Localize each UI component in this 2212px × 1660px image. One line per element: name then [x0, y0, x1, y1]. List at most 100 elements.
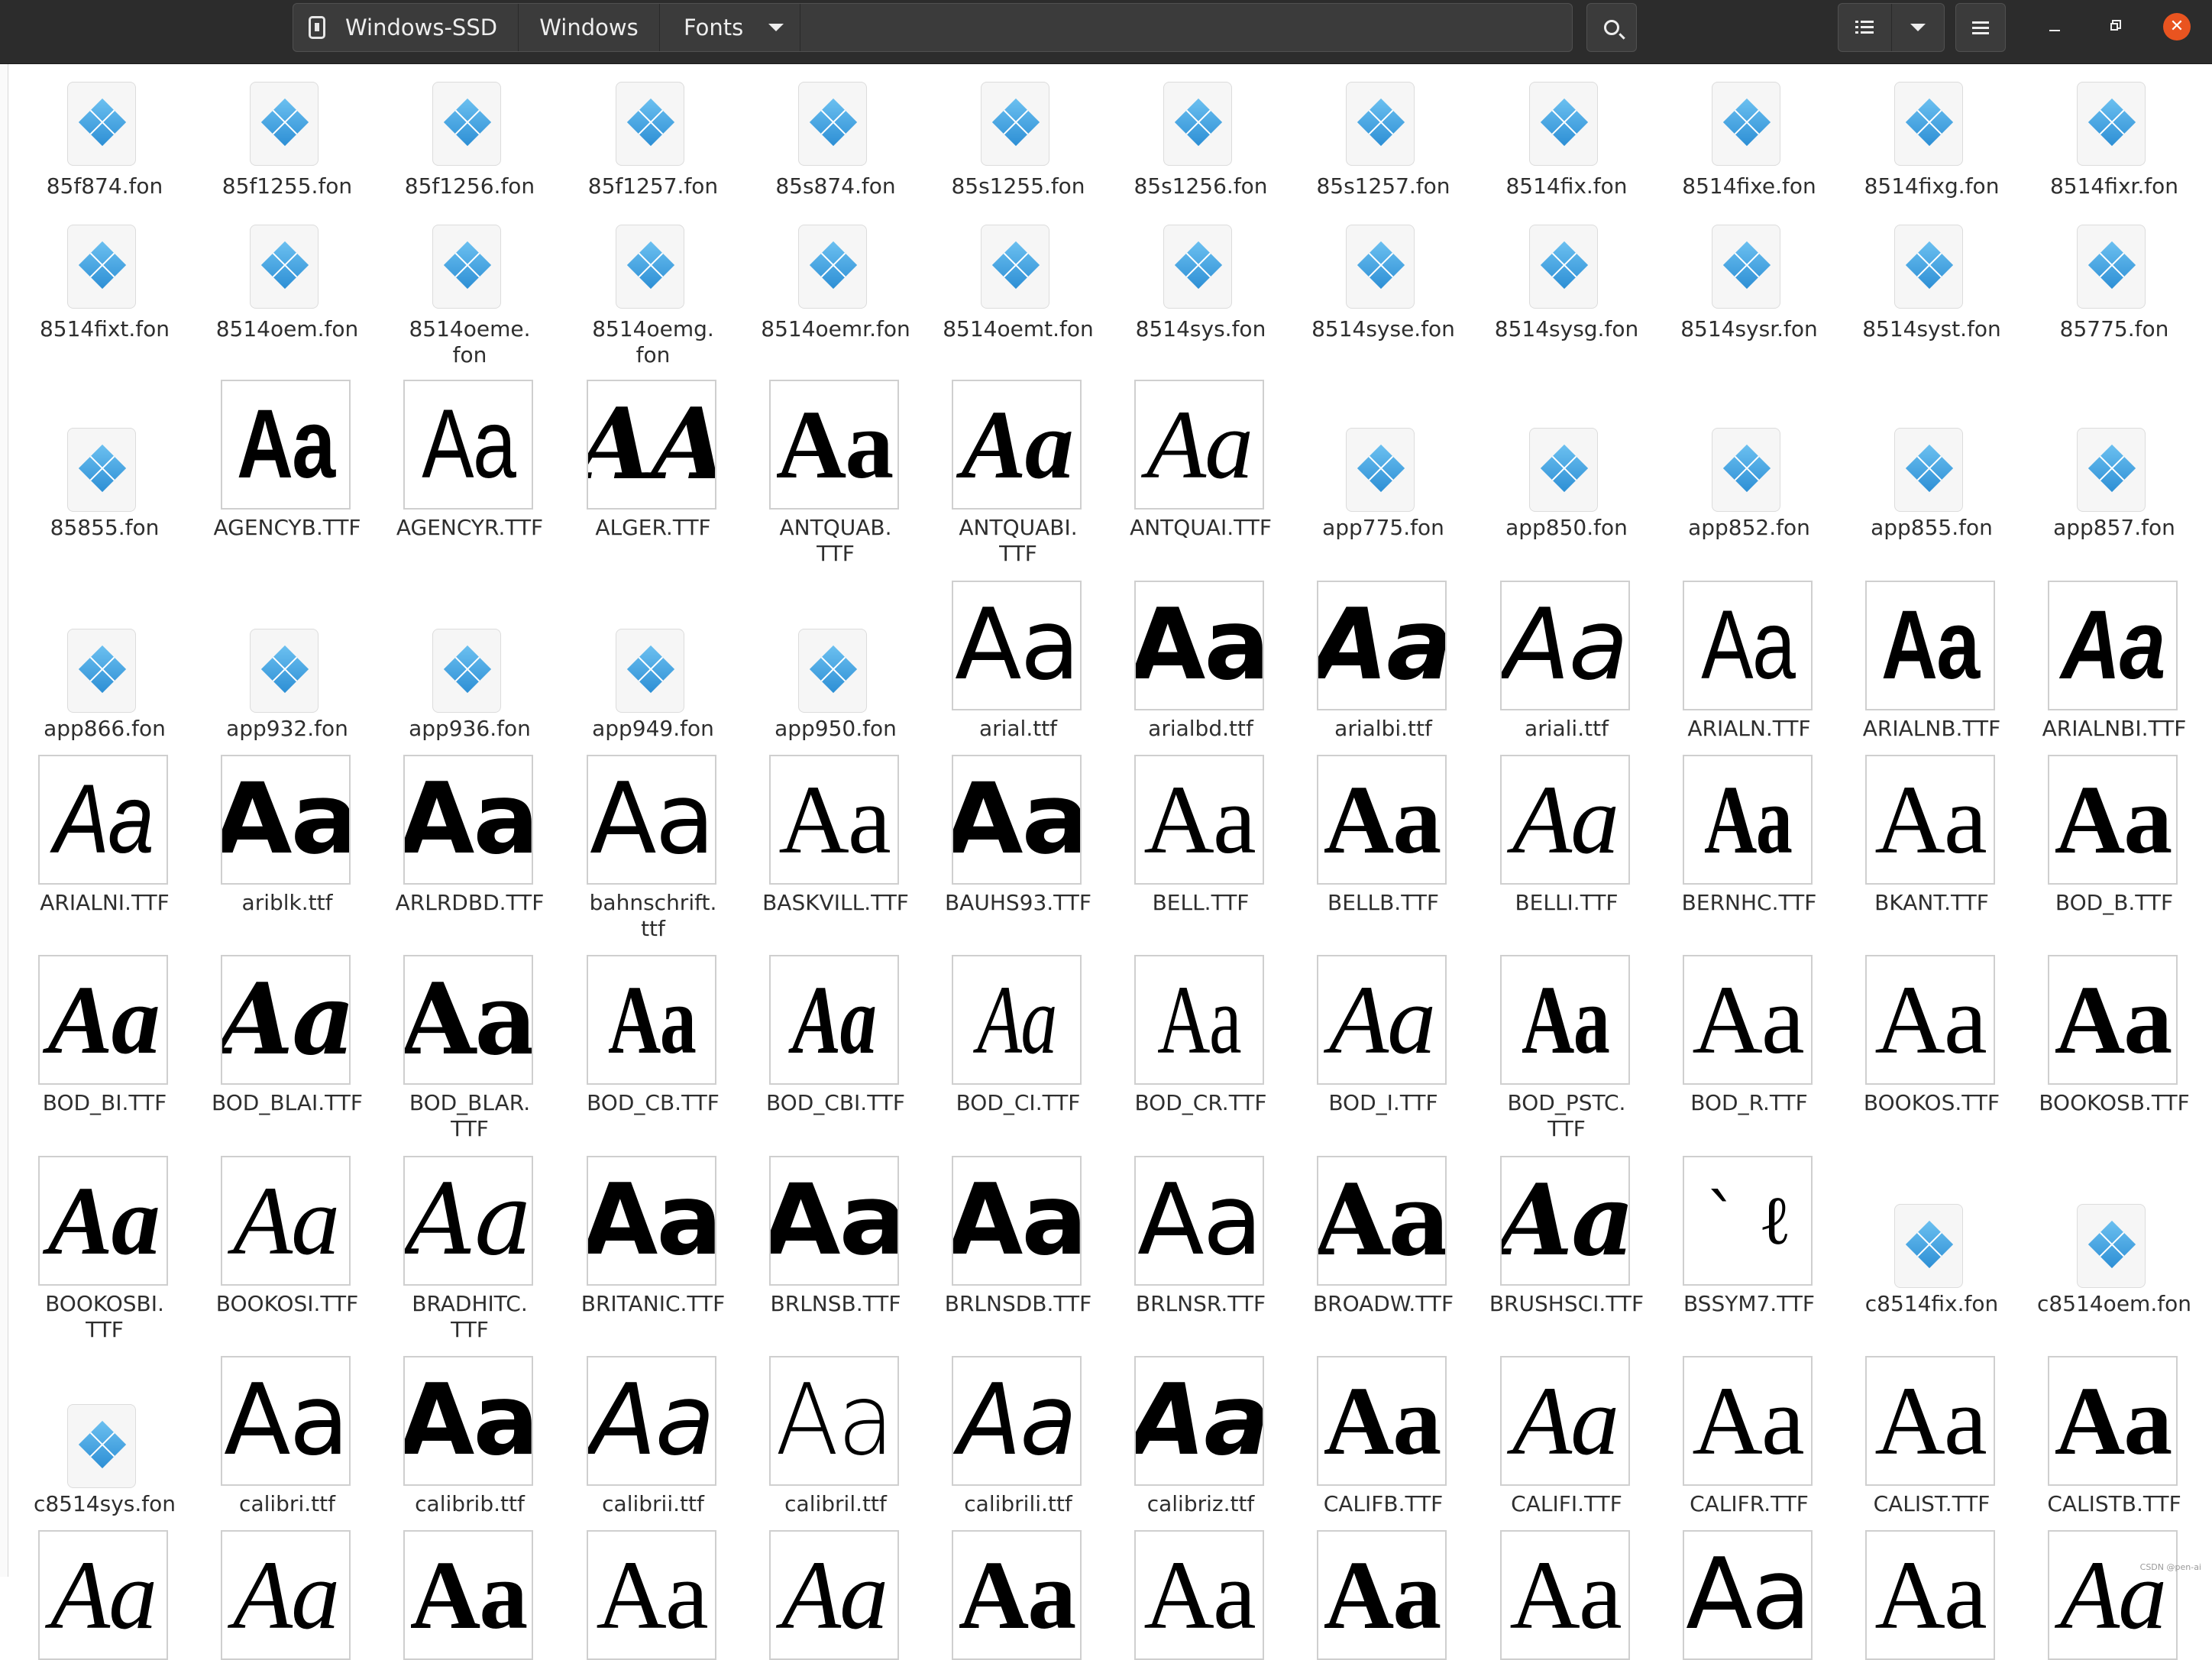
list-view-button[interactable] [1838, 4, 1892, 51]
close-button[interactable]: ✕ [2163, 13, 2191, 40]
font-preview-sample: Aa [1323, 1541, 1441, 1649]
file-name-label: BOOKOSB.TTF [2039, 1090, 2190, 1115]
minimize-button[interactable] [2041, 13, 2068, 40]
font-file-icon [1894, 1204, 1963, 1288]
font-file-icon [1894, 225, 1963, 309]
file-name-label: 8514oemt.fon [943, 316, 1094, 341]
font-preview-sample: Aa [771, 1172, 897, 1270]
font-preview-sample: Aa [405, 1163, 532, 1277]
diamond-icon [1540, 241, 1589, 290]
font-file-icon [432, 82, 501, 166]
font-file-icon [1712, 225, 1780, 309]
font-preview-thumbnail: Aa [38, 1530, 168, 1660]
font-file-icon [1894, 82, 1963, 166]
font-preview-thumbnail: Aa [1683, 581, 1813, 710]
header-bar: Windows-SSD Windows Fonts ✕ [0, 0, 2212, 64]
diamond-icon [443, 645, 492, 694]
diamond-icon [809, 241, 858, 290]
file-name-label: BRUSHSCI.TTF [1489, 1291, 1644, 1316]
font-file-icon [250, 82, 319, 166]
file-name-label: BAUHS93.TTF [944, 890, 1092, 915]
font-preview-sample: Aa [1686, 1538, 1811, 1652]
maximize-button[interactable] [2100, 13, 2128, 40]
file-name-label: BRADHITC. TTF [412, 1291, 528, 1342]
diamond-icon [1540, 98, 1589, 147]
font-preview-sample: Aa [1509, 1541, 1622, 1649]
file-name-label: 8514syse.fon [1311, 316, 1455, 341]
font-preview-thumbnail: Aa [2048, 1530, 2178, 1660]
file-name-label: app850.fon [1505, 515, 1628, 540]
font-preview-thumbnail: Aa [2048, 755, 2178, 885]
diamond-icon [626, 241, 675, 290]
font-preview-thumbnail: Aa [1500, 955, 1630, 1085]
font-preview-sample: Aa [232, 1167, 340, 1275]
file-name-label: 8514oeme. fon [409, 316, 531, 367]
file-name-label: 8514oemr.fon [761, 316, 910, 341]
font-preview-thumbnail: Aa [587, 1156, 716, 1286]
font-file-icon [67, 82, 136, 166]
file-name-label: BOD_BI.TTF [42, 1090, 167, 1115]
breadcrumb-drive[interactable]: Windows-SSD [293, 4, 519, 51]
font-preview-thumbnail: Aa [1865, 581, 1995, 710]
file-name-label: app936.fon [409, 716, 531, 741]
file-name-label: app932.fon [226, 716, 348, 741]
font-preview-thumbnail: Aa [769, 1530, 899, 1660]
font-preview-thumbnail: Aa [221, 955, 351, 1085]
file-name-label: BOOKOS.TTF [1863, 1090, 2000, 1115]
file-name-label: c8514sys.fon [33, 1491, 176, 1516]
file-name-label: ARIALNI.TTF [40, 890, 170, 915]
font-file-icon [798, 629, 867, 713]
font-preview-thumbnail: Aa [587, 955, 716, 1085]
font-preview-sample: Aa [1323, 765, 1441, 874]
font-preview-sample: Aa [792, 966, 877, 1074]
file-name-label: calibri.ttf [239, 1491, 335, 1516]
font-preview-thumbnail: Aa [221, 1156, 351, 1286]
breadcrumb-fonts[interactable]: Fonts [660, 4, 800, 51]
list-view-icon [1855, 21, 1874, 34]
font-preview-thumbnail: Aa [1317, 581, 1447, 710]
font-preview-thumbnail: Aa [952, 1530, 1082, 1660]
diamond-icon [626, 645, 675, 694]
font-preview-thumbnail: Aa [1683, 755, 1813, 885]
file-name-label: 85775.fon [2059, 316, 2169, 341]
font-file-icon [1529, 82, 1598, 166]
diamond-icon [260, 645, 309, 694]
search-button[interactable] [1586, 3, 1637, 52]
font-preview-sample: Aa [1500, 1163, 1630, 1278]
font-preview-sample: Aa [409, 1541, 528, 1649]
font-preview-sample: Aa [958, 1541, 1076, 1649]
font-preview-sample: Aa [1700, 591, 1796, 700]
diamond-icon [991, 98, 1040, 147]
chevron-down-icon[interactable] [768, 24, 784, 31]
diamond-icon [78, 1420, 127, 1469]
font-file-icon [250, 629, 319, 713]
file-name-label: BOOKOSBI. TTF [45, 1291, 164, 1342]
diamond-icon [1357, 241, 1405, 290]
font-file-icon [981, 225, 1049, 309]
font-preview-sample: Aa [1874, 966, 1987, 1074]
file-name-label: app950.fon [775, 716, 897, 741]
main-menu-button[interactable] [1955, 3, 2006, 52]
file-name-label: ariali.ttf [1525, 716, 1609, 741]
file-name-label: 8514fix.fon [1505, 173, 1628, 199]
font-preview-sample: Aa [222, 771, 349, 869]
breadcrumb-windows[interactable]: Windows [519, 4, 660, 51]
file-name-label: 85s1257.fon [1316, 173, 1450, 199]
diamond-icon [1540, 444, 1589, 493]
font-preview-sample: Aa [2061, 591, 2165, 700]
font-preview-thumbnail: Aa [2048, 955, 2178, 1085]
diamond-icon [626, 98, 675, 147]
font-preview-thumbnail: Aa [769, 1156, 899, 1286]
file-name-label: app857.fon [2053, 515, 2175, 540]
view-options-button[interactable] [1892, 4, 1945, 51]
font-preview-sample: Aa [237, 390, 335, 499]
font-preview-thumbnail: Aa [403, 1156, 533, 1286]
file-name-label: BELLB.TTF [1327, 890, 1440, 915]
font-preview-thumbnail: Aa [587, 1356, 716, 1486]
font-preview-sample: Aa [1692, 966, 1804, 1074]
font-preview-sample: Aa [952, 1163, 1082, 1277]
watermark: CSDN @pen-ai [2139, 1562, 2201, 1572]
font-preview-sample: Aa [403, 963, 533, 1077]
font-file-icon [1529, 225, 1598, 309]
file-name-label: BROADW.TTF [1312, 1291, 1454, 1316]
